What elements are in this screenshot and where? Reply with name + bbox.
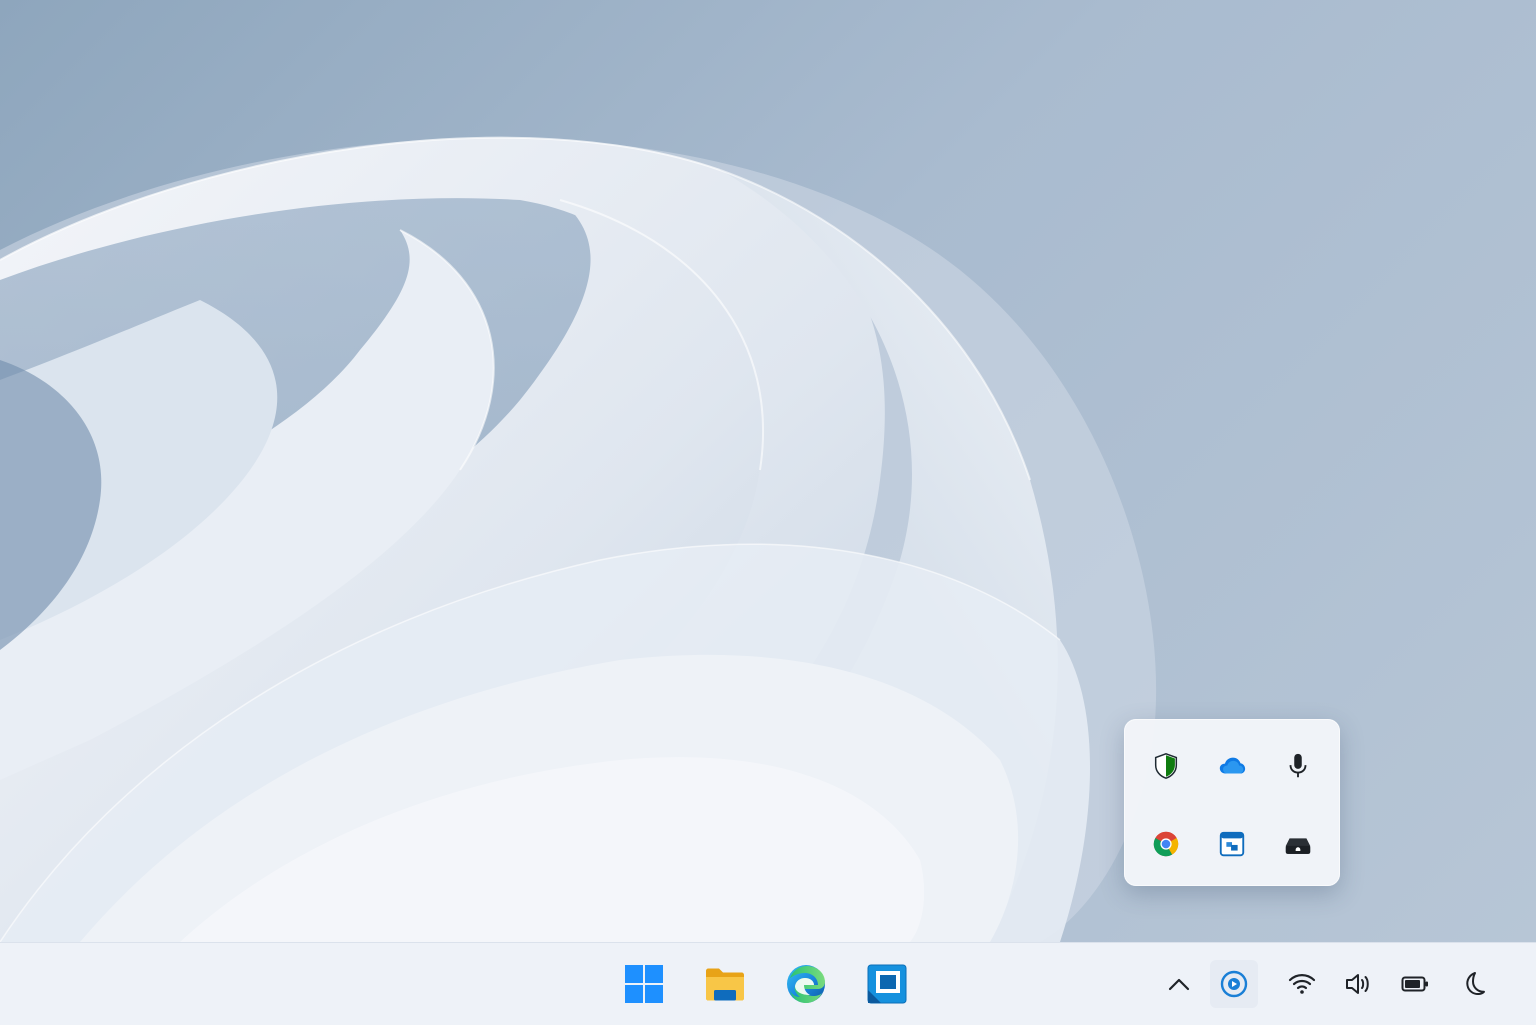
- drive-icon: [1285, 838, 1311, 854]
- taskbar-edge[interactable]: [782, 960, 830, 1008]
- show-hidden-icons-chevron-icon: [1168, 978, 1190, 991]
- tray-onedrive[interactable]: [1200, 734, 1264, 798]
- night-light-moon-icon: [1466, 972, 1485, 996]
- chrome-icon: [1153, 831, 1179, 857]
- tray-chrome[interactable]: [1134, 812, 1198, 876]
- microphone-icon: [1289, 753, 1307, 778]
- onedrive-cloud-icon: [1219, 757, 1246, 774]
- tray-overflow-grid: [1134, 734, 1330, 876]
- battery-icon: [1401, 976, 1428, 992]
- edge-icon: [787, 965, 825, 1003]
- tray-app-icon: [1220, 970, 1248, 998]
- network-button[interactable]: [1283, 965, 1321, 1003]
- windows-start-icon: [625, 965, 663, 1003]
- taskbar-file-explorer[interactable]: [701, 960, 749, 1008]
- tray-overflow-flyout: [1124, 719, 1340, 886]
- tray-drive[interactable]: [1266, 812, 1330, 876]
- taskbar: [0, 942, 1536, 1025]
- windows-security-shield-icon: [1154, 753, 1178, 779]
- tray-app-window[interactable]: [1200, 812, 1264, 876]
- tray-app-button[interactable]: [1210, 960, 1258, 1008]
- volume-button[interactable]: [1339, 965, 1377, 1003]
- start-button[interactable]: [620, 960, 668, 1008]
- night-light-button[interactable]: [1454, 965, 1492, 1003]
- app-window-icon: [1219, 831, 1245, 857]
- remote-desktop-icon: [867, 964, 907, 1004]
- taskbar-remote-desktop[interactable]: [863, 960, 911, 1008]
- tray-windows-security[interactable]: [1134, 734, 1198, 798]
- volume-icon: [1346, 974, 1369, 994]
- file-explorer-icon: [706, 968, 744, 1001]
- desktop[interactable]: [0, 0, 1536, 942]
- tray-microphone[interactable]: [1266, 734, 1330, 798]
- battery-button[interactable]: [1396, 965, 1434, 1003]
- show-hidden-icons-button[interactable]: [1160, 965, 1198, 1003]
- wifi-icon: [1288, 974, 1316, 994]
